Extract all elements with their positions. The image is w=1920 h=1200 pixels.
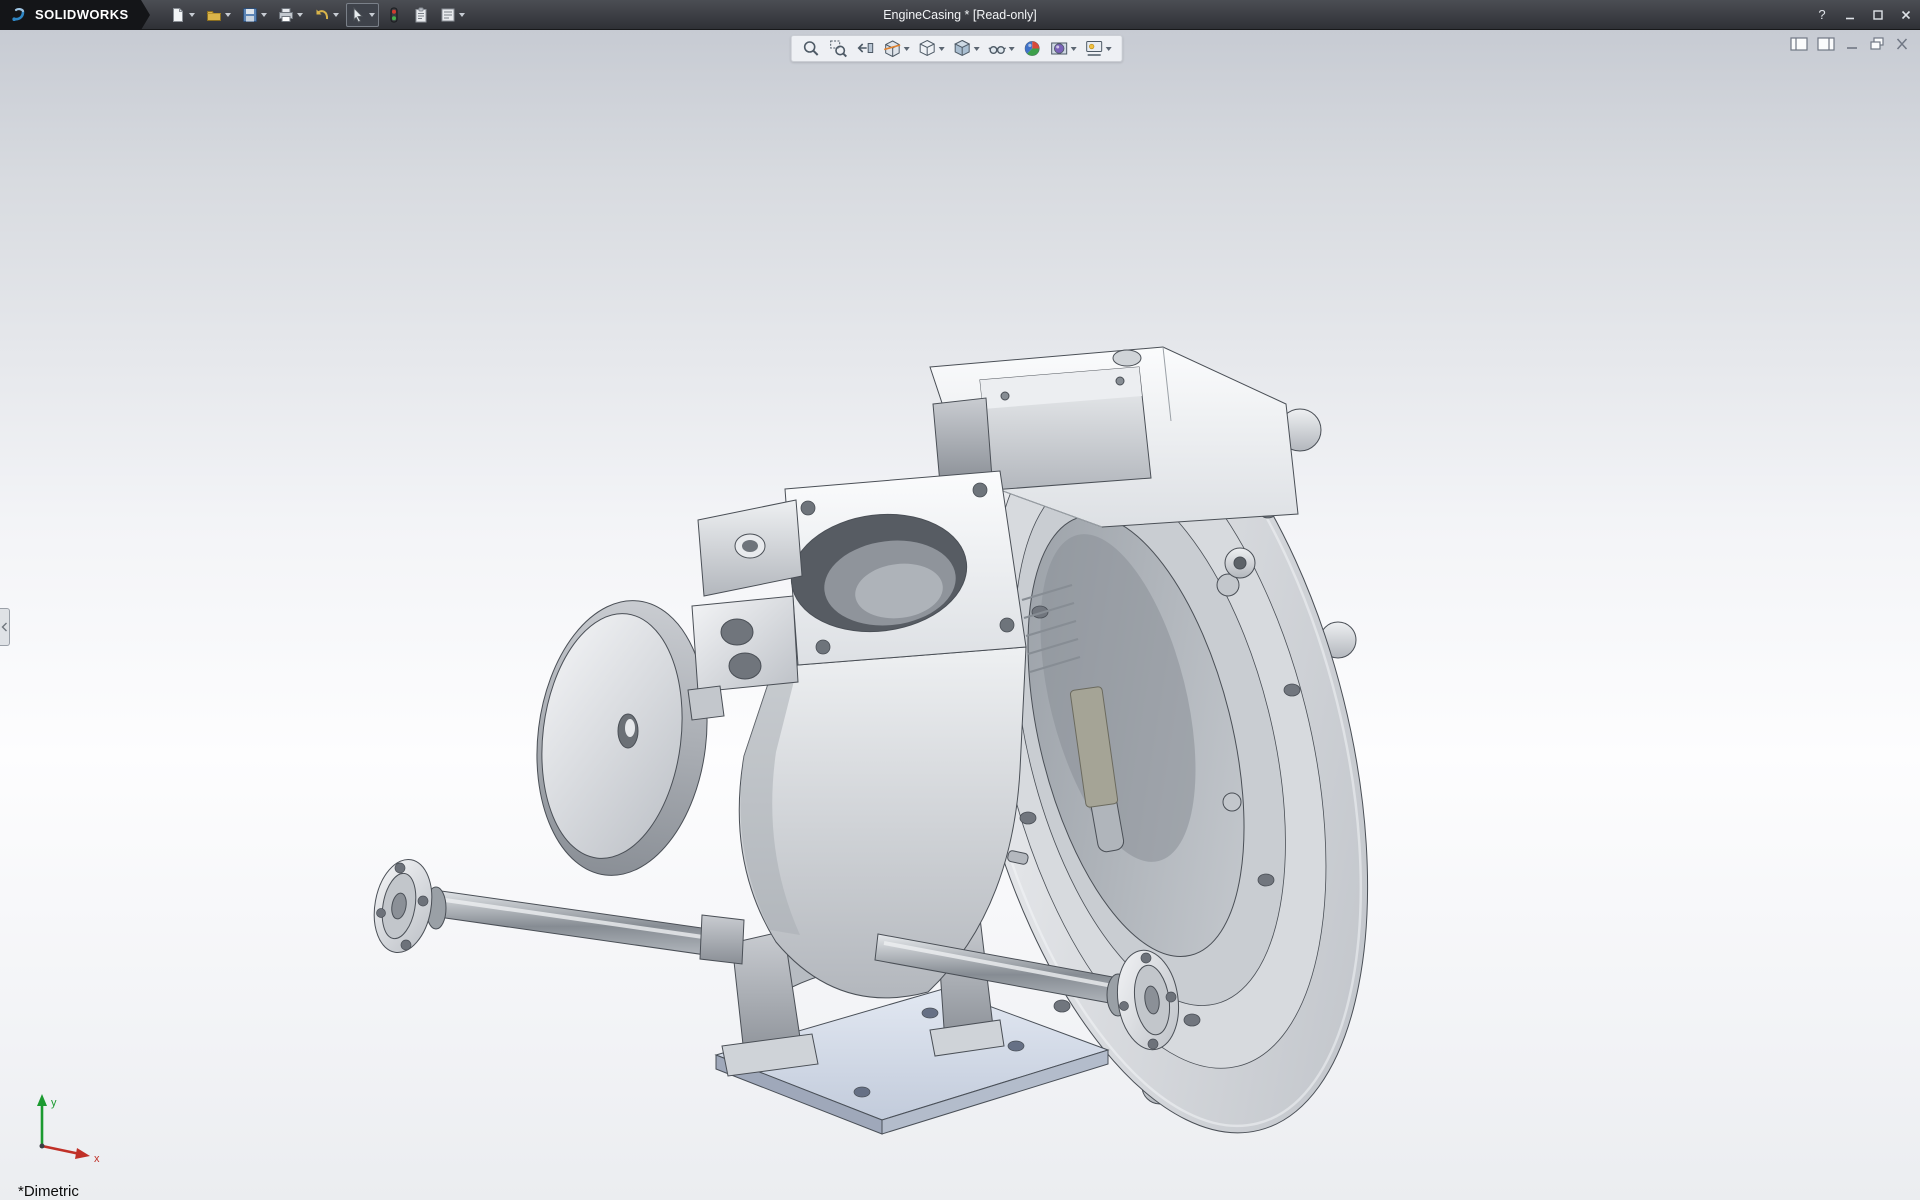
document-window-controls xyxy=(1790,37,1910,56)
zoom-to-fit-button[interactable] xyxy=(802,39,821,58)
open-folder-icon xyxy=(206,7,222,23)
save-button[interactable] xyxy=(238,3,271,27)
window-title: EngineCasing * [Read-only] xyxy=(883,8,1037,22)
print-icon xyxy=(278,7,294,23)
restore-document-button[interactable] xyxy=(1869,37,1885,56)
dassault-systemes-logo-icon xyxy=(10,6,28,24)
previous-view-icon xyxy=(856,39,875,58)
section-view-caret[interactable] xyxy=(904,47,910,51)
zoom-to-area-button[interactable] xyxy=(829,39,848,58)
minimize-document-icon xyxy=(1844,37,1860,51)
display-style-caret[interactable] xyxy=(974,47,980,51)
minimize-document-button[interactable] xyxy=(1844,37,1860,56)
triad-y-label: y xyxy=(51,1097,57,1109)
new-document-caret[interactable] xyxy=(189,13,195,17)
section-view-button[interactable] xyxy=(883,39,910,58)
pane-right-button[interactable] xyxy=(1817,37,1835,56)
close-button[interactable] xyxy=(1892,0,1920,30)
view-settings-button[interactable] xyxy=(1085,39,1112,58)
window-controls: ? xyxy=(1808,0,1920,29)
left-axle[interactable] xyxy=(367,855,744,964)
options-caret[interactable] xyxy=(459,13,465,17)
print-button[interactable] xyxy=(274,3,307,27)
flywheel-cover[interactable] xyxy=(522,591,722,885)
hide-show-items-caret[interactable] xyxy=(1009,47,1015,51)
panel-collapse-handle[interactable] xyxy=(0,608,10,646)
rebuild-button[interactable] xyxy=(382,3,406,27)
options-button[interactable] xyxy=(436,3,469,27)
view-orientation-cube-icon xyxy=(918,39,937,58)
pane-left-button[interactable] xyxy=(1790,37,1808,56)
display-style-icon xyxy=(953,39,972,58)
orientation-triad: y x xyxy=(24,1084,114,1174)
brand-text: SOLIDWORKS xyxy=(35,7,129,22)
triad-x-label: x xyxy=(94,1153,100,1165)
engine-casing-model[interactable] xyxy=(0,30,1920,1200)
select-cursor-icon xyxy=(350,7,366,23)
headsup-view-toolbar xyxy=(791,35,1123,62)
new-document-icon xyxy=(170,7,186,23)
edit-appearance-button[interactable] xyxy=(1023,39,1042,58)
section-view-icon xyxy=(883,39,902,58)
view-settings-caret[interactable] xyxy=(1106,47,1112,51)
apply-scene-caret[interactable] xyxy=(1071,47,1077,51)
close-icon xyxy=(1900,9,1912,21)
undo-caret[interactable] xyxy=(333,13,339,17)
logo-arrow xyxy=(141,0,150,30)
edit-appearance-ball-icon xyxy=(1023,39,1042,58)
undo-button[interactable] xyxy=(310,3,343,27)
new-document-button[interactable] xyxy=(166,3,199,27)
hide-show-items-icon xyxy=(988,39,1007,58)
minimize-button[interactable] xyxy=(1836,0,1864,30)
rebuild-traffic-light-icon xyxy=(386,7,402,23)
select-caret[interactable] xyxy=(369,13,375,17)
solidworks-window: { "window": { "brand": "SOLIDWORKS", "ti… xyxy=(0,0,1920,1200)
close-document-icon xyxy=(1894,37,1910,51)
view-orientation-button[interactable] xyxy=(918,39,945,58)
save-icon xyxy=(242,7,258,23)
previous-view-button[interactable] xyxy=(856,39,875,58)
close-document-button[interactable] xyxy=(1894,37,1910,56)
minimize-icon xyxy=(1844,9,1856,21)
title-bar: SOLIDWORKS xyxy=(0,0,1920,30)
help-icon: ? xyxy=(1818,7,1825,22)
maximize-icon xyxy=(1872,9,1884,21)
zoom-to-area-icon xyxy=(829,39,848,58)
chevron-left-icon xyxy=(1,622,8,632)
view-settings-icon xyxy=(1085,39,1104,58)
open-caret[interactable] xyxy=(225,13,231,17)
open-button[interactable] xyxy=(202,3,235,27)
pane-left-icon xyxy=(1790,37,1808,51)
pane-right-icon xyxy=(1817,37,1835,51)
file-properties-icon xyxy=(413,7,429,23)
restore-document-icon xyxy=(1869,37,1885,51)
main-toolbar xyxy=(166,3,469,27)
apply-scene-icon xyxy=(1050,39,1069,58)
graphics-area[interactable]: y x *Dimetric xyxy=(0,30,1920,1200)
help-button[interactable]: ? xyxy=(1808,0,1836,30)
apply-scene-button[interactable] xyxy=(1050,39,1077,58)
hide-show-items-button[interactable] xyxy=(988,39,1015,58)
print-caret[interactable] xyxy=(297,13,303,17)
view-orientation-label: *Dimetric xyxy=(18,1183,79,1200)
file-properties-button[interactable] xyxy=(409,3,433,27)
maximize-button[interactable] xyxy=(1864,0,1892,30)
view-orientation-caret[interactable] xyxy=(939,47,945,51)
zoom-to-fit-icon xyxy=(802,39,821,58)
display-style-button[interactable] xyxy=(953,39,980,58)
save-caret[interactable] xyxy=(261,13,267,17)
select-button[interactable] xyxy=(346,3,379,27)
options-icon xyxy=(440,7,456,23)
app-logo: SOLIDWORKS xyxy=(0,0,141,30)
undo-icon xyxy=(314,7,330,23)
